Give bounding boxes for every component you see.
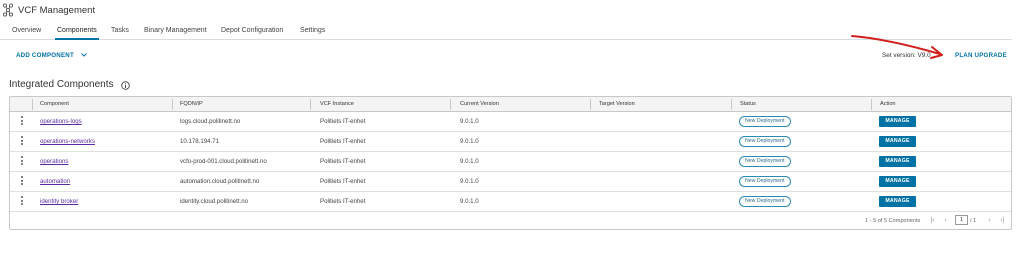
status-badge: New Deployment xyxy=(739,196,791,207)
info-circle-icon[interactable] xyxy=(121,81,130,90)
table-row: operations-networks 10.178.194.71 Politi… xyxy=(10,132,1011,152)
tab-binary-management[interactable]: Binary Management xyxy=(144,27,207,34)
current-version-cell: 9.0.1.0 xyxy=(460,178,479,185)
column-header-action[interactable]: Action xyxy=(880,101,896,107)
component-link[interactable]: identity broker xyxy=(40,198,78,205)
vcf-network-icon xyxy=(2,3,14,17)
fqdn-cell: logs.cloud.politinett.no xyxy=(180,118,241,125)
status-badge: New Deployment xyxy=(739,116,791,127)
component-link[interactable]: operations-networks xyxy=(40,138,95,145)
column-header-target-version[interactable]: Target Version xyxy=(599,101,635,107)
component-link[interactable]: operations xyxy=(40,158,68,165)
column-header-vcf-instance[interactable]: VCF Instance xyxy=(320,101,354,107)
component-link[interactable]: operations-logs xyxy=(40,118,82,125)
set-version-label: Set version: V9.0 xyxy=(882,52,931,59)
fqdn-cell: identity.cloud.politinett.no xyxy=(180,198,248,205)
column-header-status[interactable]: Status xyxy=(740,101,756,107)
app-header: VCF Management xyxy=(0,0,1024,22)
fqdn-cell: 10.178.194.71 xyxy=(180,138,219,145)
table-row: automation automation.cloud.politinett.n… xyxy=(10,172,1011,192)
table-row: operations-logs logs.cloud.politinett.no… xyxy=(10,112,1011,132)
tab-depot-configuration[interactable]: Depot Configuration xyxy=(221,27,283,34)
kebab-vertical-icon[interactable] xyxy=(21,196,24,206)
column-separator[interactable] xyxy=(310,99,311,110)
manage-button[interactable]: MANAGE xyxy=(879,136,916,147)
tab-settings[interactable]: Settings xyxy=(300,27,325,34)
column-separator[interactable] xyxy=(590,99,591,110)
kebab-vertical-icon[interactable] xyxy=(21,156,24,166)
table-row: operations vcfo-prod-001.cloud.politinet… xyxy=(10,152,1011,172)
current-version-cell: 9.0.1.0 xyxy=(460,138,479,145)
tab-overview[interactable]: Overview xyxy=(12,27,41,34)
column-separator[interactable] xyxy=(450,99,451,110)
first-page-icon[interactable]: |‹ xyxy=(928,216,937,225)
current-version-cell: 9.0.1.0 xyxy=(460,118,479,125)
tab-bar: Overview Components Tasks Binary Managem… xyxy=(0,24,1012,40)
next-page-icon[interactable]: › xyxy=(985,216,994,225)
manage-button[interactable]: MANAGE xyxy=(879,176,916,187)
column-header-component[interactable]: Component xyxy=(40,101,69,107)
manage-button[interactable]: MANAGE xyxy=(879,116,916,127)
chevron-down-icon xyxy=(81,53,87,57)
add-component-button[interactable]: ADD COMPONENT xyxy=(16,52,87,59)
instance-cell: Politiets IT-enhet xyxy=(320,158,366,165)
manage-button[interactable]: MANAGE xyxy=(879,196,916,207)
kebab-vertical-icon[interactable] xyxy=(21,116,24,126)
table-footer: 1 - 5 of 5 Components |‹ ‹ 1 / 1 › ›| xyxy=(10,212,1011,230)
add-component-label: ADD COMPONENT xyxy=(16,52,74,59)
kebab-vertical-icon[interactable] xyxy=(21,176,24,186)
tab-tasks[interactable]: Tasks xyxy=(111,27,129,34)
fqdn-cell: vcfo-prod-001.cloud.politinett.no xyxy=(180,158,267,165)
status-badge: New Deployment xyxy=(739,176,791,187)
status-badge: New Deployment xyxy=(739,136,791,147)
column-header-fqdn[interactable]: FQDN/IP xyxy=(180,101,203,107)
current-version-cell: 9.0.1.0 xyxy=(460,158,479,165)
instance-cell: Politiets IT-enhet xyxy=(320,178,366,185)
app-title: VCF Management xyxy=(18,5,96,16)
set-version-text: Set version: V xyxy=(882,52,922,59)
manage-button[interactable]: MANAGE xyxy=(879,156,916,167)
column-separator[interactable] xyxy=(731,99,732,110)
column-separator[interactable] xyxy=(32,99,33,110)
pagination-summary: 1 - 5 of 5 Components xyxy=(865,218,921,224)
fqdn-cell: automation.cloud.politinett.no xyxy=(180,178,260,185)
component-link[interactable]: automation xyxy=(40,178,70,185)
set-version-value: 9.0 xyxy=(921,52,931,59)
instance-cell: Politiets IT-enhet xyxy=(320,198,366,205)
column-header-current-version[interactable]: Current Version xyxy=(460,101,499,107)
section-title: Integrated Components xyxy=(9,79,114,90)
status-badge: New Deployment xyxy=(739,156,791,167)
table-header: Component FQDN/IP VCF Instance Current V… xyxy=(10,97,1011,112)
prev-page-icon[interactable]: ‹ xyxy=(941,216,950,225)
column-separator[interactable] xyxy=(871,99,872,110)
column-separator[interactable] xyxy=(172,99,173,110)
page-number-input[interactable]: 1 xyxy=(955,215,968,225)
instance-cell: Politiets IT-enhet xyxy=(320,138,366,145)
components-table: Component FQDN/IP VCF Instance Current V… xyxy=(9,96,1012,230)
last-page-icon[interactable]: ›| xyxy=(998,216,1007,225)
page-total: / 1 xyxy=(970,218,977,224)
tab-components[interactable]: Components xyxy=(55,27,99,40)
table-row: identity broker identity.cloud.politinet… xyxy=(10,192,1011,212)
kebab-vertical-icon[interactable] xyxy=(21,136,24,146)
instance-cell: Politiets IT-enhet xyxy=(320,118,366,125)
plan-upgrade-button[interactable]: PLAN UPGRADE xyxy=(955,52,1007,59)
current-version-cell: 9.0.1.0 xyxy=(460,198,479,205)
toolbar: ADD COMPONENT Set version: V9.0 PLAN UPG… xyxy=(0,48,1012,64)
